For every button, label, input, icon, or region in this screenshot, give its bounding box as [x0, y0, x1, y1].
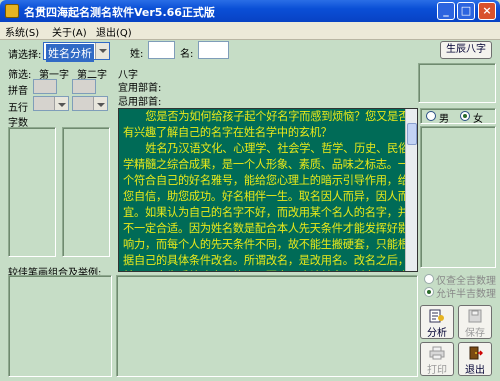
- print-button[interactable]: 打印: [420, 342, 454, 376]
- print-label: 打印: [427, 365, 447, 376]
- given-name-label: 名:: [180, 49, 194, 60]
- result-panel: [420, 126, 496, 268]
- wuxing-second-select[interactable]: [72, 96, 108, 111]
- first-char-list[interactable]: [8, 127, 56, 257]
- save-label: 保存: [465, 328, 485, 339]
- mode-select[interactable]: 姓名分析: [43, 42, 110, 62]
- exit-door-icon: [469, 346, 483, 360]
- maximize-button[interactable]: □: [457, 2, 475, 20]
- scroll-thumb[interactable]: [407, 123, 417, 145]
- example-panel: [116, 275, 418, 377]
- save-icon: [468, 309, 482, 323]
- minimize-button[interactable]: _: [437, 2, 455, 20]
- exit-label: 退出: [465, 365, 485, 376]
- save-button[interactable]: 保存: [458, 305, 492, 339]
- article-scrollbar[interactable]: [405, 109, 417, 271]
- pinyin-label: 拼音: [8, 86, 28, 97]
- yi-radical-label: 宜用部首:: [118, 83, 162, 94]
- mode-select-value: 姓名分析: [46, 44, 94, 62]
- exit-button[interactable]: 退出: [458, 342, 492, 376]
- surname-label: 姓:: [130, 49, 144, 60]
- app-icon: [5, 4, 19, 18]
- window-title: 名贯四海起名测名软件Ver5.66正式版: [24, 6, 215, 19]
- title-bar[interactable]: 名贯四海起名测名软件Ver5.66正式版 _ □ ×: [0, 0, 500, 22]
- full-lucky-radio[interactable]: [424, 274, 434, 284]
- analyze-icon: [429, 309, 444, 323]
- printer-icon: [429, 346, 445, 360]
- select-label: 请选择:: [8, 50, 42, 61]
- intro-article: 您是否为如何给孩子起个好名字而感到烦恼？您又是否有兴趣了解自己的名字在姓名学中的…: [118, 108, 418, 272]
- menu-bar: 系统(S) 关于(A) 退出(Q): [0, 22, 500, 40]
- stroke-combo-list[interactable]: [8, 275, 112, 377]
- wuxing-label: 五行: [8, 103, 28, 114]
- half-lucky-label: 允许半吉数理: [436, 289, 496, 300]
- wuxing-first-select[interactable]: [33, 96, 69, 111]
- male-radio[interactable]: [426, 111, 436, 121]
- menu-system[interactable]: 系统(S): [5, 24, 39, 39]
- bazi-panel: [418, 63, 496, 103]
- pinyin-first-input[interactable]: [33, 79, 57, 94]
- chevron-down-icon[interactable]: [54, 97, 68, 110]
- analyze-label: 分析: [427, 328, 447, 339]
- analyze-button[interactable]: 分析: [420, 305, 454, 339]
- shengchen-bazi-button[interactable]: 生辰八字: [440, 41, 492, 59]
- ji-radical-label: 忌用部首:: [118, 97, 162, 108]
- menu-exit[interactable]: 退出(Q): [96, 24, 132, 39]
- filter-label: 筛选:: [8, 70, 32, 81]
- chevron-down-icon[interactable]: [93, 97, 107, 110]
- surname-input[interactable]: [148, 41, 175, 59]
- chevron-down-icon[interactable]: [95, 43, 109, 59]
- article-paragraph: 姓名乃汉语文化、心理学、社会学、哲学、历史、民俗学精髓之综合成果，是一个人形象、…: [123, 142, 410, 271]
- half-lucky-radio[interactable]: [424, 287, 434, 297]
- male-label: 男: [439, 114, 449, 125]
- close-button[interactable]: ×: [478, 2, 496, 20]
- female-radio[interactable]: [460, 111, 470, 121]
- second-char-list[interactable]: [62, 127, 110, 257]
- female-label: 女: [473, 114, 483, 125]
- given-name-input[interactable]: [198, 41, 229, 59]
- pinyin-second-input[interactable]: [72, 79, 96, 94]
- menu-about[interactable]: 关于(A): [52, 24, 87, 39]
- article-paragraph: 您是否为如何给孩子起个好名字而感到烦恼？您又是否有兴趣了解自己的名字在姓名学中的…: [123, 110, 410, 139]
